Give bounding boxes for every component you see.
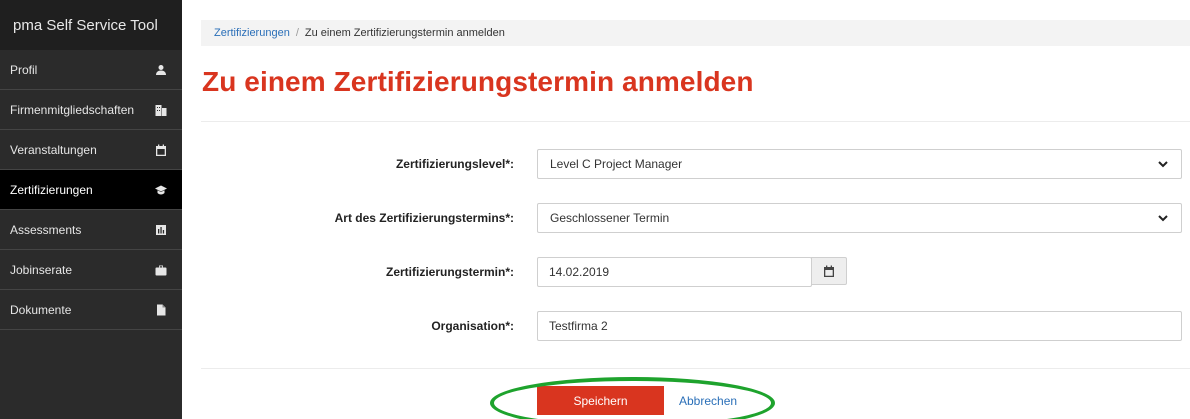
level-label: Zertifizierungslevel*: [395,157,514,171]
divider [201,368,1190,369]
page-title: Zu einem Zertifizierungstermin anmelden [202,66,754,97]
graduation-cap-icon [154,183,168,197]
organisation-input[interactable]: Testfirma 2 [537,311,1182,341]
user-icon [154,63,168,77]
date-input[interactable]: 14.02.2019 [537,257,812,287]
sidebar-item-label: Veranstaltungen [10,142,97,157]
breadcrumb-current: Zu einem Zertifizierungstermin anmelden [304,27,505,39]
sidebar-item-label: Jobinserate [10,262,73,277]
breadcrumb: Zertifizierungen / Zu einem Zertifizieru… [201,20,1190,46]
building-icon [154,103,168,117]
save-button[interactable]: Speichern [537,386,664,415]
date-label: Zertifizierungstermin*: [385,265,514,279]
sidebar-item-profil[interactable]: Profil [0,50,182,90]
type-select[interactable]: Geschlossener Termin [537,203,1182,233]
sidebar-item-label: Zertifizierungen [10,182,93,197]
sidebar-item-label: Profil [10,62,38,77]
sidebar-item-label: Assessments [10,222,82,237]
sidebar-item-dokumente[interactable]: Dokumente [0,290,182,330]
sidebar-item-assessments[interactable]: Assessments [0,210,182,250]
calendar-icon [154,143,168,157]
breadcrumb-link-zertifizierungen[interactable]: Zertifizierungen [214,27,290,39]
sidebar: pma Self Service Tool Profil Firmenmitgl… [0,0,182,419]
date-picker-button[interactable] [811,257,847,285]
chevron-down-icon [1158,161,1168,168]
calendar-icon [824,265,834,277]
organisation-label: Organisation*: [431,319,514,333]
breadcrumb-separator: / [295,27,299,39]
sidebar-item-label: Dokumente [10,302,72,317]
sidebar-item-jobinserate[interactable]: Jobinserate [0,250,182,290]
sidebar-item-veranstaltungen[interactable]: Veranstaltungen [0,130,182,170]
bar-chart-icon [154,223,168,237]
sidebar-item-firmenmitgliedschaften[interactable]: Firmenmitgliedschaften [0,90,182,130]
chevron-down-icon [1158,215,1168,222]
sidebar-item-zertifizierungen[interactable]: Zertifizierungen [0,170,182,210]
level-select[interactable]: Level C Project Manager [537,149,1182,179]
app-title: pma Self Service Tool [0,0,182,50]
briefcase-icon [154,263,168,277]
document-icon [154,303,168,317]
type-label: Art des Zertifizierungstermins*: [334,211,514,225]
cancel-link[interactable]: Abbrechen [679,394,737,408]
type-select-value: Geschlossener Termin [550,211,670,225]
divider [201,121,1190,122]
sidebar-item-label: Firmenmitgliedschaften [10,102,135,117]
level-select-value: Level C Project Manager [550,157,683,171]
